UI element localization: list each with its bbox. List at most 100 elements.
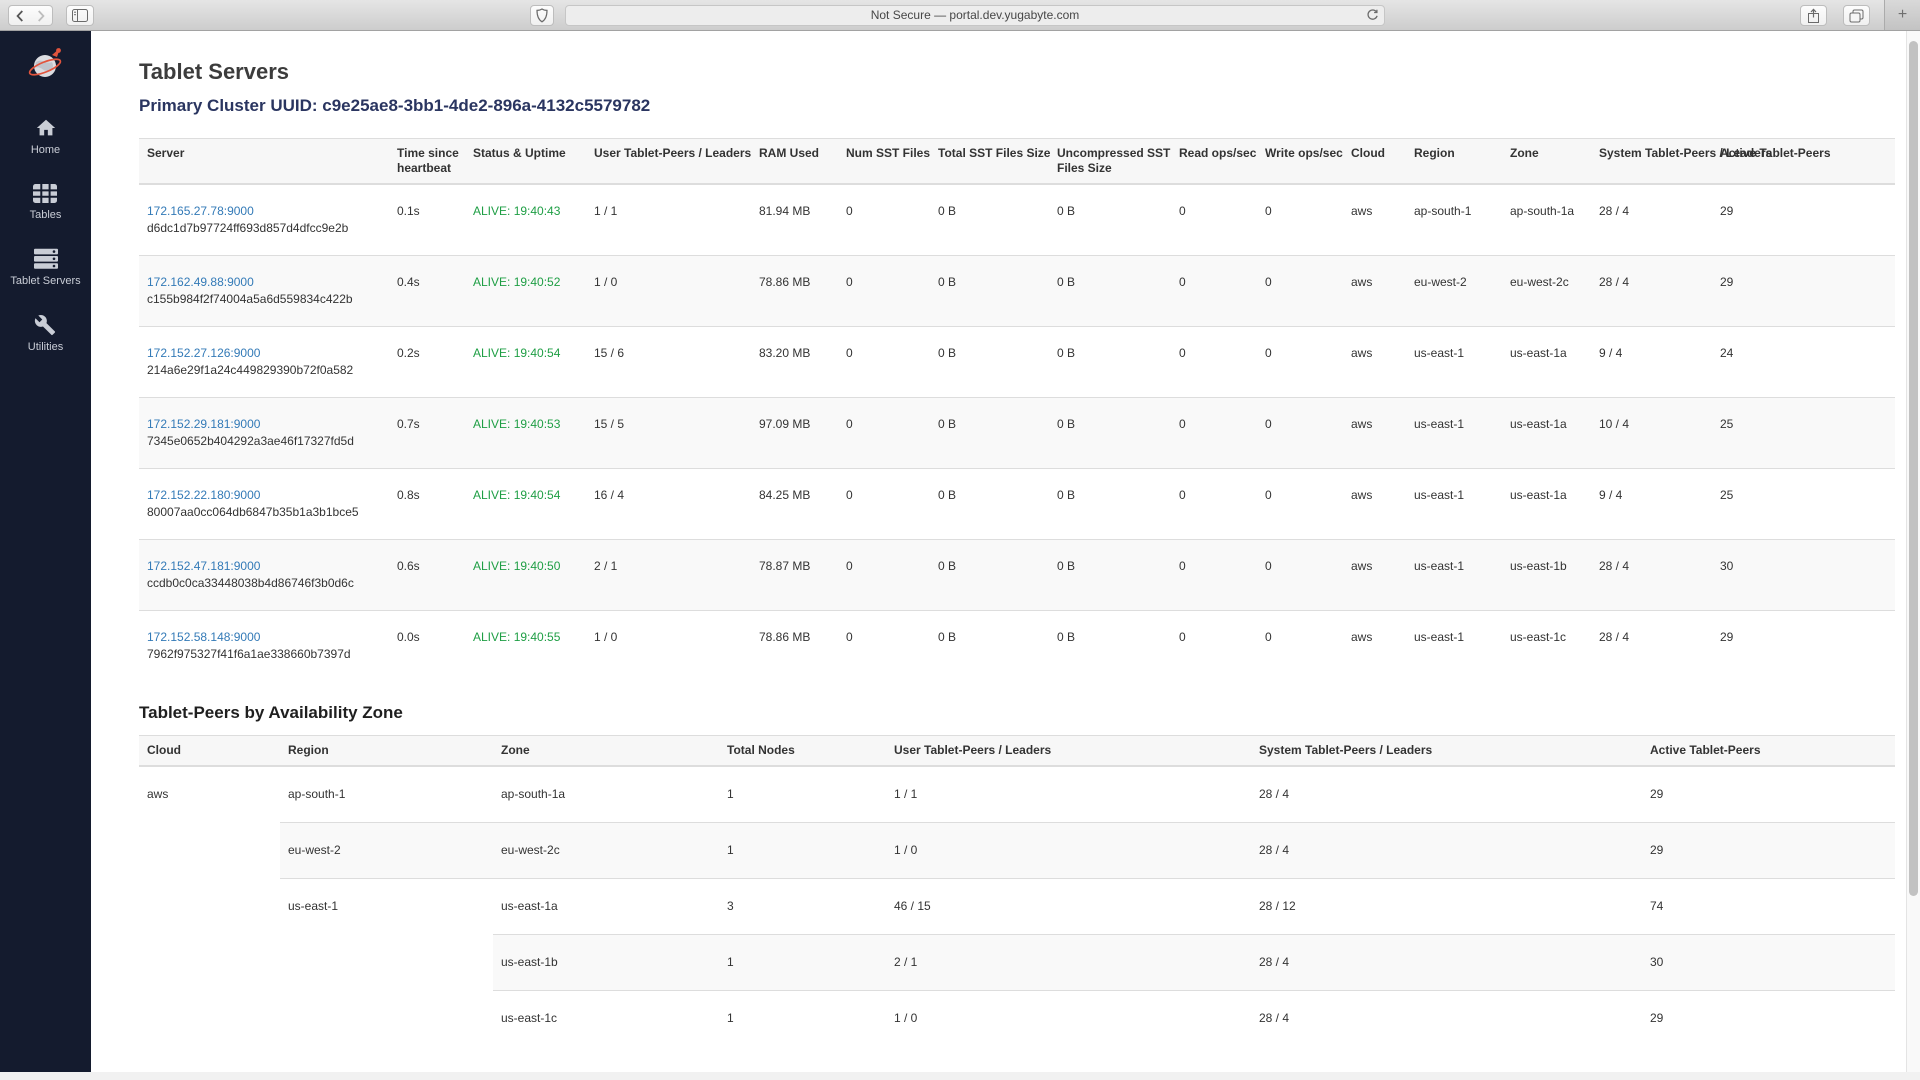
server-address-link[interactable]: 172.152.58.148:9000 (147, 630, 260, 644)
cloud-cell: aws (1343, 540, 1406, 611)
server-cell: 172.152.47.181:9000ccdb0c0ca33448038b4d8… (139, 540, 389, 611)
server-address-link[interactable]: 172.152.27.126:9000 (147, 346, 260, 360)
chevron-left-icon (16, 10, 24, 22)
status-cell: ALIVE: 19:40:43 (465, 184, 586, 256)
az-cell: 46 / 15 (886, 879, 1251, 935)
server-address-link[interactable]: 172.165.27.78:9000 (147, 204, 254, 218)
zone-cell: us-east-1b (1502, 540, 1591, 611)
num-sst-cell: 0 (838, 540, 930, 611)
az-cell: us-east-1a (493, 879, 719, 935)
server-cell: 172.165.27.78:9000 d6dc1d7b97724ff693d857… (139, 184, 389, 256)
read-ops-cell: 0 (1171, 256, 1257, 327)
total-sst-cell: 0 B (930, 327, 1049, 398)
user-peers-cell: 15 / 5 (586, 398, 751, 469)
main-content: Tablet Servers Primary Cluster UUID: c9e… (91, 31, 1906, 1072)
active-peers-cell: 25 (1712, 469, 1895, 540)
uncompressed-sst-cell: 0 B (1049, 469, 1171, 540)
sidebar-item-tables[interactable]: Tables (30, 183, 62, 221)
num-sst-cell: 0 (838, 256, 930, 327)
write-ops-cell: 0 (1257, 184, 1343, 256)
heartbeat-cell: 0.7s (389, 398, 465, 469)
cloud-cell: aws (1343, 184, 1406, 256)
privacy-shield-button[interactable] (530, 5, 554, 26)
column-header: Read ops/sec (1171, 139, 1257, 185)
user-peers-cell: 1 / 1 (586, 184, 751, 256)
region-cell: us-east-1 (1406, 469, 1502, 540)
read-ops-cell: 0 (1171, 540, 1257, 611)
active-peers-cell: 29 (1712, 611, 1895, 682)
server-cell: 172.152.29.181:90007345e0652b404292a3ae4… (139, 398, 389, 469)
sidebar-item-tablet-servers[interactable]: Tablet Servers (10, 248, 80, 287)
sidebar-item-utilities[interactable]: Utilities (28, 314, 63, 353)
server-uuid: 7962f975327f41f6a1ae338660b7397d (147, 646, 381, 663)
az-cell: aws (139, 766, 280, 1046)
write-ops-cell: 0 (1257, 398, 1343, 469)
sidebar-item-label: Home (31, 144, 60, 156)
reload-button[interactable] (1366, 9, 1379, 27)
zone-cell: us-east-1a (1502, 469, 1591, 540)
num-sst-cell: 0 (838, 398, 930, 469)
column-header: Num SST Files (838, 139, 930, 185)
ram-cell: 81.94 MB (751, 184, 838, 256)
server-address-link[interactable]: 172.152.47.181:9000 (147, 559, 260, 573)
az-cell: 28 / 4 (1251, 823, 1642, 879)
write-ops-cell: 0 (1257, 327, 1343, 398)
ram-cell: 78.86 MB (751, 611, 838, 682)
server-cell: 172.162.49.88:9000c155b984f2f74004a5a6d5… (139, 256, 389, 327)
az-cell: us-east-1b (493, 935, 719, 991)
column-header: Total SST Files Size (930, 139, 1049, 185)
total-sst-cell: 0 B (930, 540, 1049, 611)
system-peers-cell: 9 / 4 (1591, 469, 1712, 540)
new-tab-button[interactable]: + (1884, 0, 1920, 30)
heartbeat-cell: 0.4s (389, 256, 465, 327)
cloud-cell: aws (1343, 327, 1406, 398)
active-peers-cell: 24 (1712, 327, 1895, 398)
column-header: Region (280, 736, 493, 767)
column-header: System Tablet-Peers / Leaders (1251, 736, 1642, 767)
az-cell: 1 (719, 766, 886, 823)
column-header: Zone (1502, 139, 1591, 185)
az-cell: ap-south-1 (280, 766, 493, 823)
tab-overview-button[interactable] (1843, 5, 1870, 26)
status-cell: ALIVE: 19:40:53 (465, 398, 586, 469)
az-cell: 1 (719, 991, 886, 1047)
column-header: Status & Uptime (465, 139, 586, 185)
total-sst-cell: 0 B (930, 469, 1049, 540)
read-ops-cell: 0 (1171, 184, 1257, 256)
sidebar-panel-icon (72, 9, 88, 22)
vertical-scrollbar[interactable] (1906, 31, 1920, 1072)
browser-forward-button[interactable] (30, 5, 53, 26)
column-header: User Tablet-Peers / Leaders (586, 139, 751, 185)
server-uuid: 80007aa0cc064db6847b35b1a3b1bce5 (147, 504, 381, 521)
az-cell: 74 (1642, 879, 1895, 935)
ram-cell: 78.86 MB (751, 256, 838, 327)
server-address-link[interactable]: 172.152.29.181:9000 (147, 417, 260, 431)
cloud-cell: aws (1343, 469, 1406, 540)
region-cell: us-east-1 (1406, 398, 1502, 469)
server-address-link[interactable]: 172.162.49.88:9000 (147, 275, 254, 289)
share-button[interactable] (1800, 5, 1827, 26)
tablet-servers-table: ServerTime since heartbeatStatus & Uptim… (139, 138, 1895, 681)
heartbeat-cell: 0.8s (389, 469, 465, 540)
server-uuid: d6dc1d7b97724ff693d857d4dfcc9e2b (147, 220, 381, 237)
zone-cell: eu-west-2c (1502, 256, 1591, 327)
az-cell: 1 / 0 (886, 823, 1251, 879)
ram-cell: 84.25 MB (751, 469, 838, 540)
zone-cell: ap-south-1a (1502, 184, 1591, 256)
total-sst-cell: 0 B (930, 184, 1049, 256)
cluster-uuid-heading: Primary Cluster UUID: c9e25ae8-3bb1-4de2… (139, 96, 1894, 116)
sidebar-toggle-button[interactable] (66, 5, 94, 26)
wrench-icon (34, 314, 56, 336)
active-peers-cell: 30 (1712, 540, 1895, 611)
sidebar-item-home[interactable]: Home (31, 117, 60, 156)
browser-back-button[interactable] (8, 5, 31, 26)
az-cell: 1 / 0 (886, 991, 1251, 1047)
column-header: Region (1406, 139, 1502, 185)
region-cell: us-east-1 (1406, 540, 1502, 611)
az-cell: 28 / 4 (1251, 766, 1642, 823)
server-address-link[interactable]: 172.152.22.180:9000 (147, 488, 260, 502)
address-bar[interactable]: Not Secure — portal.dev.yugabyte.com (565, 5, 1385, 26)
tserver-row: 172.152.27.126:9000214a6e29f1a24c4498293… (139, 327, 1895, 398)
system-peers-cell: 28 / 4 (1591, 256, 1712, 327)
scrollbar-thumb[interactable] (1909, 41, 1918, 896)
